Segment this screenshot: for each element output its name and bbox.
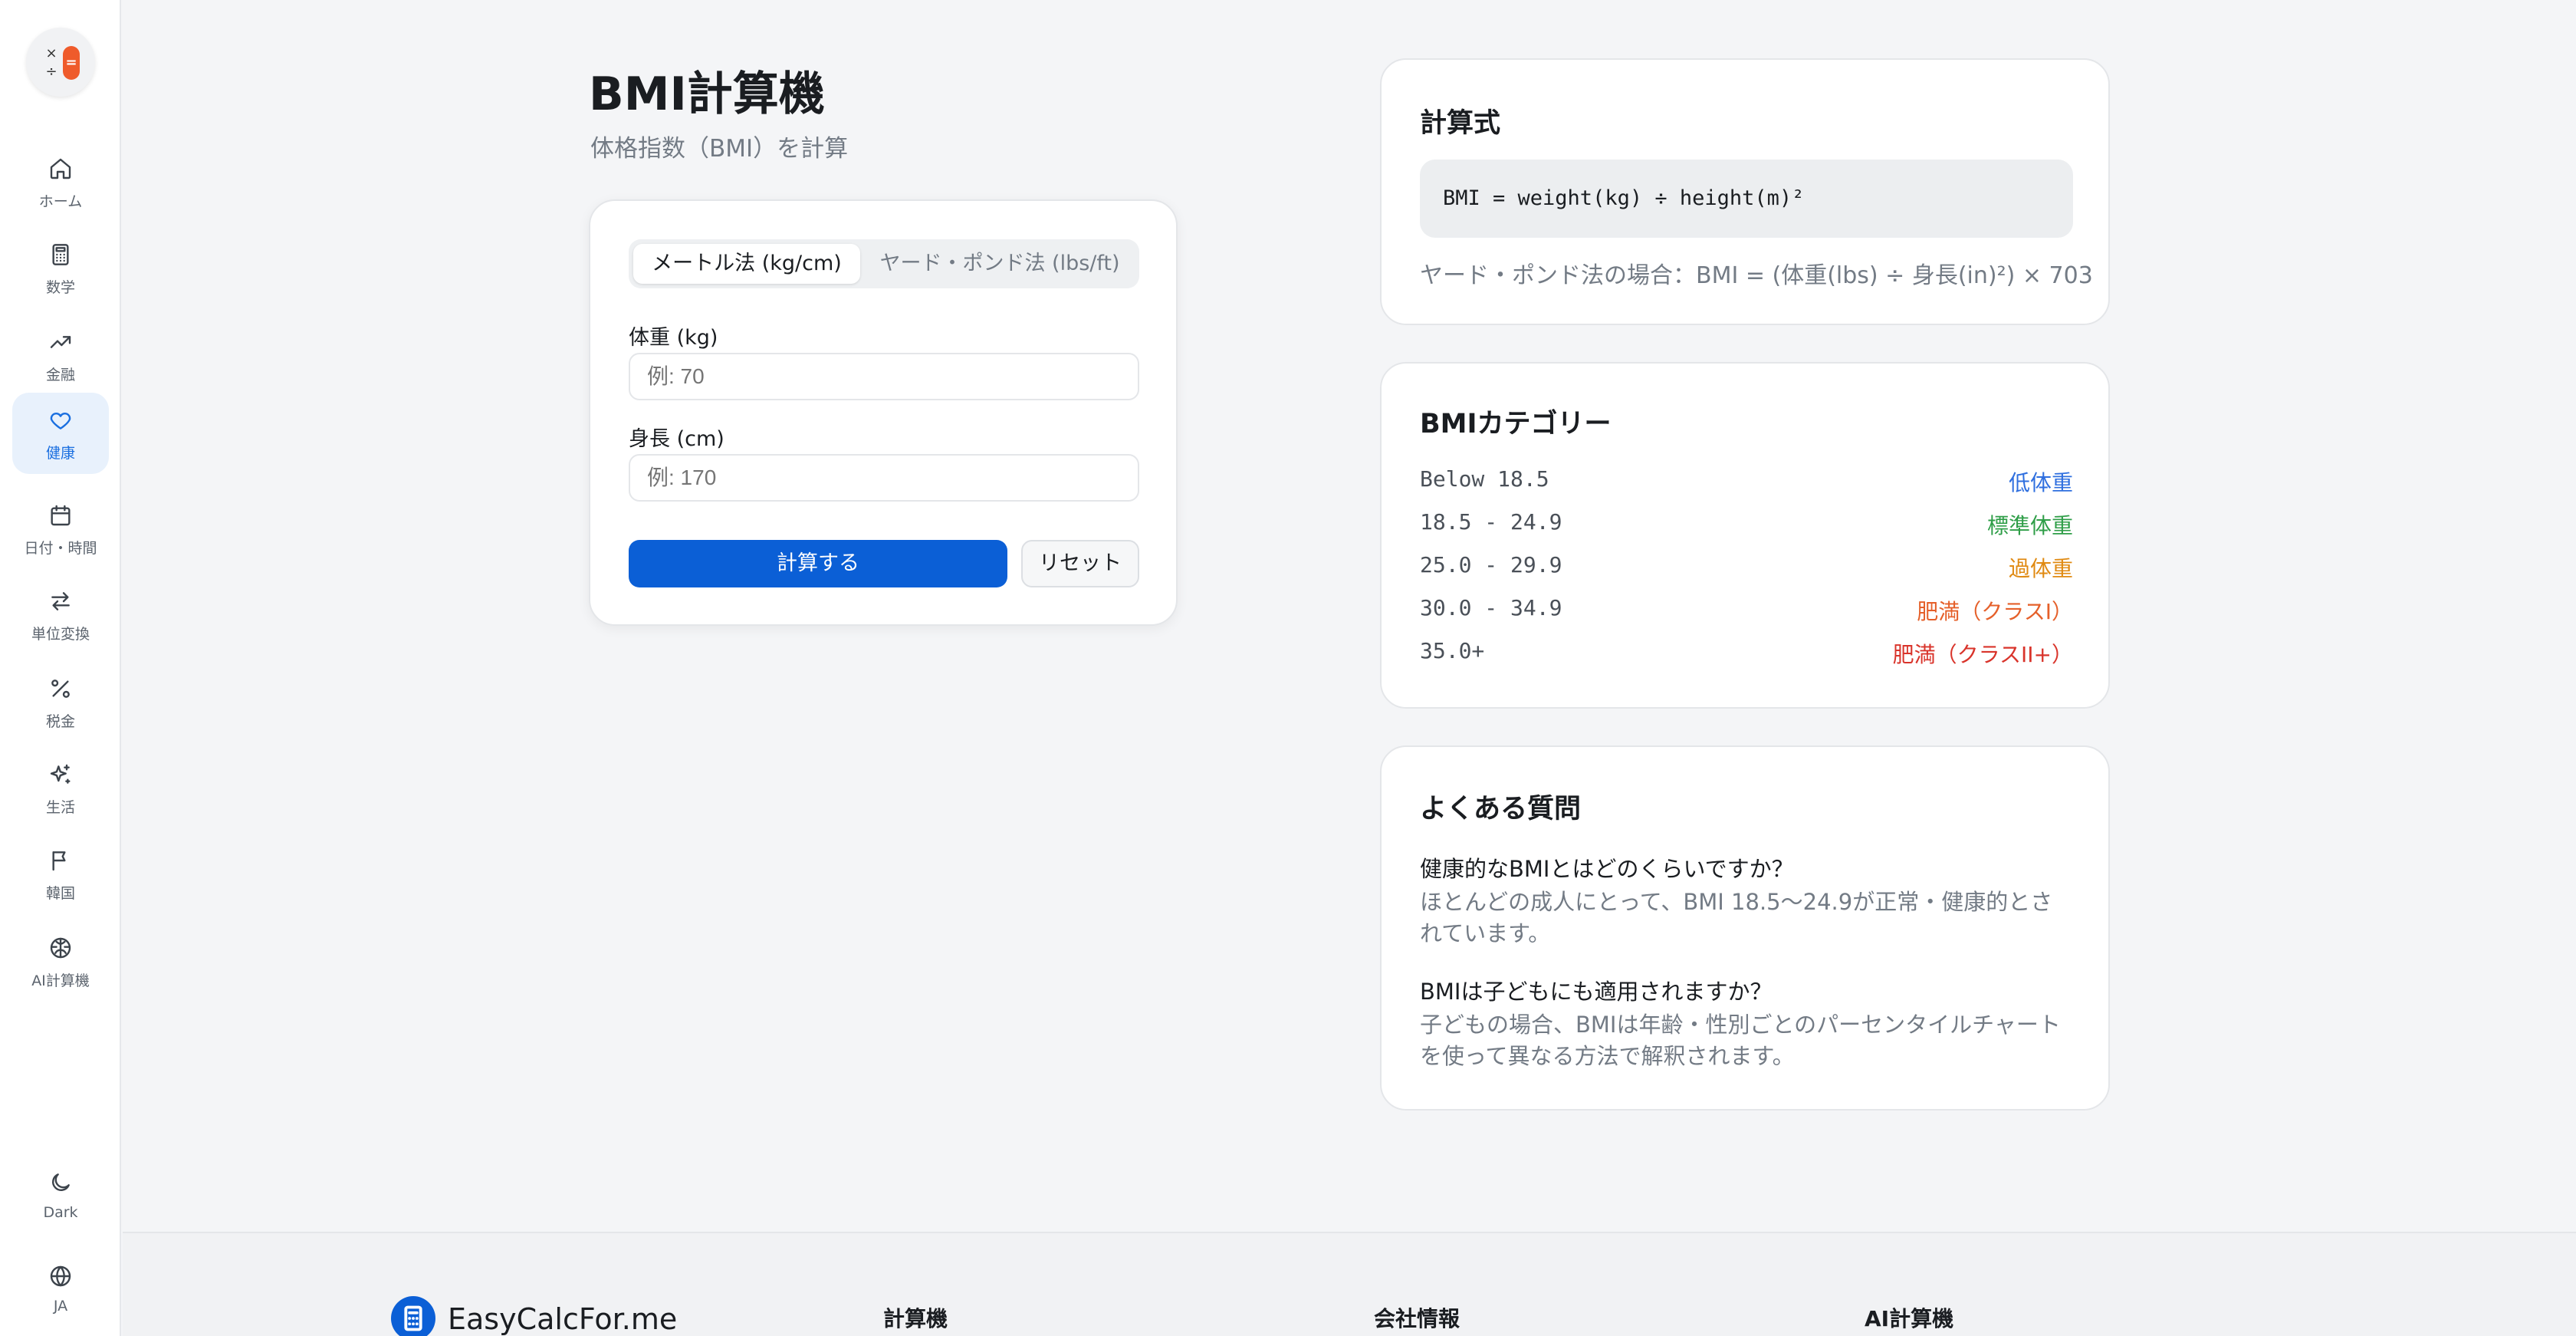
theme-toggle[interactable]: Dark bbox=[12, 1155, 109, 1236]
moon-icon bbox=[52, 1173, 70, 1191]
sidebar-item-label: AI計算機 bbox=[31, 972, 90, 989]
unit-switcher: メートル法 (kg/cm) ヤード・ポンド法 (lbs/ft) bbox=[629, 239, 1139, 288]
category-range: Below 18.5 bbox=[1420, 466, 1549, 492]
page-subtitle: 体格指数（BMI）を計算 bbox=[590, 135, 849, 163]
category-row: 30.0 - 34.9 肥満（クラスI） bbox=[1420, 595, 2073, 626]
height-label: 身長 (cm) bbox=[629, 427, 724, 451]
sidebar-item-label: 数学 bbox=[45, 279, 75, 296]
weight-label: 体重 (kg) bbox=[629, 326, 718, 350]
category-row: 18.5 - 24.9 標準体重 bbox=[1420, 509, 2073, 540]
faq-answer: ほとんどの成人にとって、BMI 18.5〜24.9が正常・健康的とされています。 bbox=[1420, 889, 2053, 946]
category-row: 35.0+ 肥満（クラスII+） bbox=[1420, 638, 2073, 669]
calendar-icon bbox=[51, 505, 71, 526]
sidebar-item-label: 韓国 bbox=[45, 885, 75, 902]
faq-title: よくある質問 bbox=[1420, 794, 1582, 824]
sidebar-item-label: 金融 bbox=[45, 367, 75, 383]
percent-icon bbox=[51, 680, 70, 698]
sidebar-item-finance[interactable]: 金融 bbox=[12, 314, 109, 396]
globe-icon bbox=[50, 1265, 71, 1287]
footer-column-company: 会社情報 bbox=[1374, 1306, 1460, 1331]
theme-toggle-label: Dark bbox=[43, 1204, 78, 1221]
sidebar-item-tax[interactable]: 税金 bbox=[12, 661, 109, 742]
bmi-calculator-card: メートル法 (kg/cm) ヤード・ポンド法 (lbs/ft) 体重 (kg) … bbox=[589, 199, 1178, 626]
category-range: 25.0 - 29.9 bbox=[1420, 552, 1562, 578]
sidebar-item-life[interactable]: 生活 bbox=[12, 747, 109, 828]
footer-brand[interactable]: EasyCalcFor.me bbox=[448, 1302, 677, 1336]
sidebar-item-label: 生活 bbox=[45, 799, 75, 816]
unit-metric-tab[interactable]: メートル法 (kg/cm) bbox=[633, 244, 860, 284]
sidebar-item-unit-conversion[interactable]: 単位変換 bbox=[12, 574, 109, 655]
sidebar-item-label: 日付・時間 bbox=[24, 540, 97, 557]
category-name: 低体重 bbox=[2008, 470, 2073, 495]
unit-imperial-tab[interactable]: ヤード・ポンド法 (lbs/ft) bbox=[865, 244, 1135, 284]
category-row: 25.0 - 29.9 過体重 bbox=[1420, 552, 2073, 583]
sidebar-item-korea[interactable]: 韓国 bbox=[12, 833, 109, 914]
page-title: BMI計算機 bbox=[589, 67, 825, 121]
category-range: 35.0+ bbox=[1420, 638, 1485, 663]
calculator-icon bbox=[52, 244, 69, 265]
sidebar-item-datetime[interactable]: 日付・時間 bbox=[12, 488, 109, 569]
formula-card: 計算式 BMI = weight(kg) ÷ height(m)² ヤード・ポン… bbox=[1380, 58, 2110, 325]
language-selector[interactable]: JA bbox=[12, 1249, 109, 1330]
category-name: 肥満（クラスII+） bbox=[1892, 642, 2073, 667]
calculate-button[interactable]: 計算する bbox=[629, 540, 1007, 587]
footer: EasyCalcFor.me 計算機 会社情報 AI計算機 bbox=[123, 1232, 2576, 1336]
category-range: 18.5 - 24.9 bbox=[1420, 509, 1562, 535]
bmi-categories-card: BMIカテゴリー Below 18.5 低体重 18.5 - 24.9 標準体重 25.… bbox=[1380, 362, 2110, 709]
height-input[interactable] bbox=[629, 454, 1139, 502]
formula-title: 計算式 bbox=[1420, 108, 1501, 139]
footer-logo-icon bbox=[391, 1296, 435, 1336]
category-name: 過体重 bbox=[2008, 556, 2073, 581]
footer-column-calculators: 計算機 bbox=[883, 1306, 948, 1331]
heart-icon bbox=[50, 413, 71, 429]
app-logo[interactable]: × ÷ = bbox=[26, 28, 95, 97]
sidebar-item-label: 健康 bbox=[45, 445, 75, 462]
sidebar-item-label: ホーム bbox=[38, 193, 83, 210]
sparkles-icon bbox=[50, 764, 71, 784]
faq-question: BMIは子どもにも適用されますか？ bbox=[1420, 979, 1773, 1005]
weight-input[interactable] bbox=[629, 353, 1139, 400]
faq-card: よくある質問 健康的なBMIとはどのくらいですか？ ほとんどの成人にとって、BM… bbox=[1380, 745, 2110, 1111]
formula-note: ヤード・ポンド法の場合：BMI = (体重(lbs) ÷ 身長(in)²) × … bbox=[1420, 262, 2093, 289]
flag-icon bbox=[52, 851, 66, 871]
faq-question: 健康的なBMIとはどのくらいですか？ bbox=[1420, 856, 1794, 882]
sidebar-item-home[interactable]: ホーム bbox=[12, 141, 109, 222]
category-name: 肥満（クラスI） bbox=[1917, 599, 2073, 624]
brain-icon bbox=[50, 937, 71, 959]
logo-equals-icon: = bbox=[63, 46, 80, 80]
sidebar-item-math[interactable]: 数学 bbox=[12, 227, 109, 308]
reset-button[interactable]: リセット bbox=[1021, 540, 1139, 587]
category-row: Below 18.5 低体重 bbox=[1420, 466, 2073, 497]
categories-title: BMIカテゴリー bbox=[1420, 409, 1612, 439]
category-name: 標準体重 bbox=[1986, 513, 2073, 538]
swap-icon bbox=[51, 592, 70, 610]
sidebar-item-ai-calculator[interactable]: AI計算機 bbox=[12, 920, 109, 1002]
home-icon bbox=[50, 158, 71, 179]
formula-code: BMI = weight(kg) ÷ height(m)² bbox=[1420, 160, 2073, 238]
trending-up-icon bbox=[50, 336, 71, 348]
footer-column-ai: AI計算機 bbox=[1865, 1306, 1954, 1331]
language-label: JA bbox=[53, 1298, 68, 1315]
faq-answer: 子どもの場合、BMIは年齢・性別ごとのパーセンタイルチャートを使って異なる方法で… bbox=[1420, 1012, 2061, 1069]
sidebar: × ÷ = ホーム 数学 金融 健康 日付・時間 単位変換 税金 生活 韓国 AI… bbox=[0, 0, 121, 1336]
logo-operators-icon: × ÷ bbox=[45, 45, 58, 80]
sidebar-item-health[interactable]: 健康 bbox=[12, 393, 109, 474]
sidebar-item-label: 単位変換 bbox=[31, 626, 90, 643]
category-range: 30.0 - 34.9 bbox=[1420, 595, 1562, 620]
sidebar-item-label: 税金 bbox=[45, 713, 75, 730]
